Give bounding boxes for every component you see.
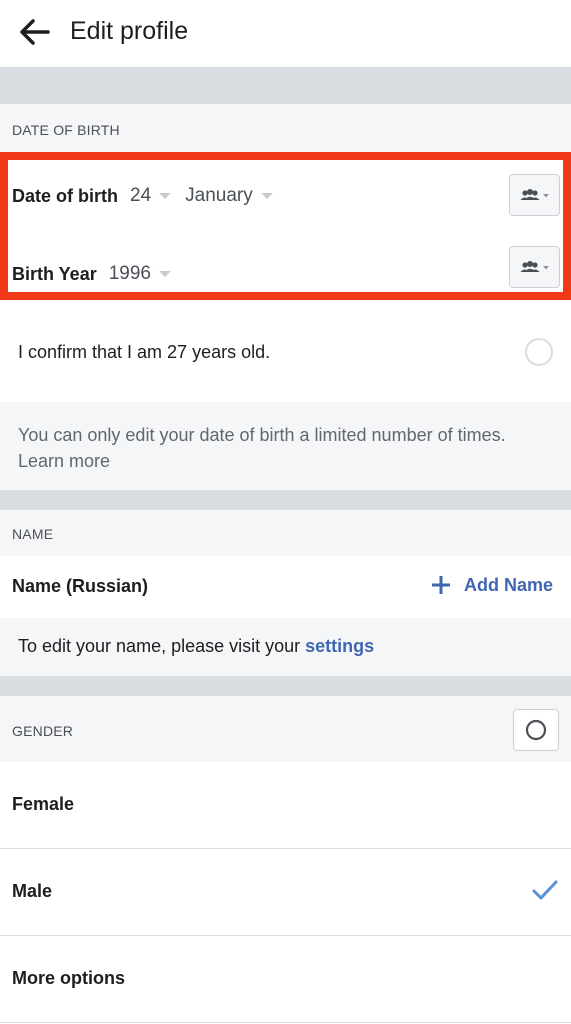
- gender-option-label: Male: [12, 881, 53, 901]
- dob-section-header: DATE OF BIRTH: [0, 104, 571, 152]
- circle-icon: [525, 719, 547, 741]
- section-separator: [0, 490, 571, 510]
- day-select[interactable]: 24: [130, 185, 172, 207]
- chevron-down-icon: [159, 271, 171, 277]
- dob-audience-button[interactable]: [509, 174, 560, 216]
- year-select[interactable]: 1996: [109, 263, 171, 285]
- gender-option-male[interactable]: Male: [0, 849, 571, 935]
- header-bar: Edit profile: [0, 0, 571, 68]
- page-title: Edit profile: [70, 17, 189, 45]
- back-arrow-icon[interactable]: [14, 14, 54, 50]
- date-of-birth-label: Date of birth: [12, 185, 118, 206]
- name-russian-label: Name (Russian): [12, 576, 149, 596]
- year-value: 1996: [108, 263, 151, 284]
- date-of-birth-row: Date of birth 24 January: [12, 185, 273, 207]
- name-row: Name (Russian) Add Name: [0, 556, 571, 618]
- plus-icon: [432, 576, 450, 594]
- section-separator: [0, 68, 571, 104]
- gender-section-label: GENDER: [12, 723, 74, 739]
- gender-option-label: Female: [12, 794, 75, 814]
- checkmark-icon: [532, 880, 558, 900]
- month-select[interactable]: January: [185, 185, 273, 207]
- confirm-age-radio[interactable]: [525, 338, 553, 366]
- name-edit-note-text: To edit your name, please visit your set…: [18, 636, 374, 657]
- name-edit-note-prefix: To edit your name, please visit your: [18, 636, 301, 656]
- name-section-header: NAME: [0, 510, 571, 556]
- friends-audience-icon: [520, 261, 549, 272]
- chevron-down-icon: [159, 193, 172, 199]
- section-separator: [0, 676, 571, 696]
- chevron-down-icon: [260, 193, 273, 199]
- dob-highlight-box: Date of birth 24 January Birth Year 1996: [0, 152, 571, 300]
- add-name-button[interactable]: Add Name: [430, 574, 553, 596]
- month-value: January: [185, 185, 253, 206]
- dob-info-box: You can only edit your date of birth a l…: [0, 402, 571, 490]
- settings-link[interactable]: settings: [305, 636, 374, 656]
- birth-year-label: Birth Year: [12, 263, 97, 284]
- dob-info-text: You can only edit your date of birth a l…: [18, 425, 506, 471]
- confirm-age-text: I confirm that I am 27 years old.: [18, 342, 271, 362]
- divider: [0, 1022, 571, 1023]
- dob-section-label: DATE OF BIRTH: [12, 122, 120, 138]
- gender-section-header: GENDER: [0, 696, 571, 762]
- birth-year-row: Birth Year 1996: [12, 263, 171, 285]
- gender-options-list: Female Male More options: [0, 762, 571, 1024]
- confirm-age-row[interactable]: I confirm that I am 27 years old.: [0, 300, 571, 402]
- birth-year-audience-button[interactable]: [509, 246, 560, 288]
- gender-option-more[interactable]: More options: [0, 936, 571, 1022]
- add-name-label: Add Name: [464, 574, 554, 595]
- name-edit-note: To edit your name, please visit your set…: [0, 618, 571, 676]
- friends-audience-icon: [520, 189, 549, 200]
- gender-audience-button[interactable]: [513, 709, 559, 751]
- gender-option-female[interactable]: Female: [0, 762, 571, 848]
- name-section-label: NAME: [12, 526, 54, 542]
- gender-option-label: More options: [12, 968, 125, 988]
- day-value: 24: [130, 185, 152, 206]
